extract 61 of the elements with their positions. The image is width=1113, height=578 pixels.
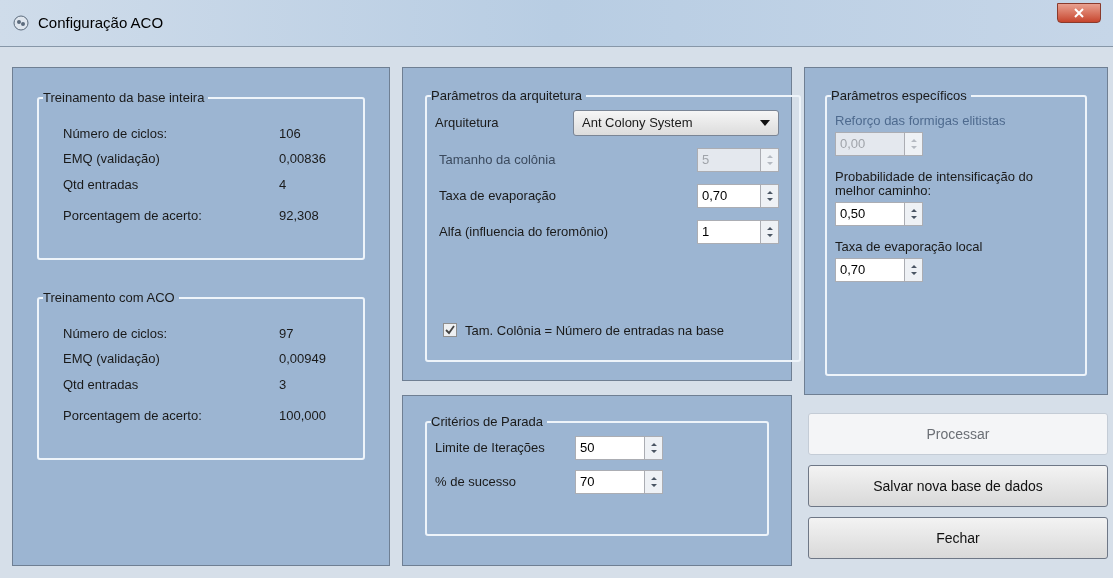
group-title: Treinamento da base inteira [43, 89, 206, 107]
spin-arrows-icon [909, 262, 918, 277]
stat-value: 92,308 [279, 207, 320, 225]
action-button[interactable]: Salvar nova base de dados [808, 465, 1108, 507]
spin-arrows-icon [649, 440, 658, 455]
stat-label: Número de ciclos: [63, 124, 169, 143]
window-title: Configuração ACO [38, 12, 164, 33]
group-title: Parâmetros específicos [831, 87, 968, 105]
spin-arrows-icon [649, 474, 658, 489]
number-field[interactable]: 0,70 [835, 257, 905, 282]
stat-label: EMQ (validação) [63, 350, 161, 368]
group-title: Treinamento com ACO [43, 289, 176, 307]
check-icon [445, 325, 455, 336]
stat-label: Porcentagem de acerto: [63, 407, 203, 425]
number-field[interactable]: 1 [697, 219, 761, 244]
field-label: Alfa (influencia do feromônio) [439, 222, 609, 241]
action-button[interactable]: Fechar [808, 517, 1108, 559]
stat-value: 0,00949 [279, 350, 327, 368]
spin-arrows-icon [765, 224, 774, 239]
spin-button[interactable] [645, 435, 663, 460]
spin-arrows-icon [909, 206, 918, 221]
stat-value: 4 [279, 175, 288, 194]
field-label: Arquitetura [435, 113, 500, 132]
number-field[interactable]: 0,50 [835, 201, 905, 226]
close-button[interactable] [1057, 3, 1101, 23]
number-field[interactable]: 0,70 [697, 183, 761, 208]
stat-value: 100,000 [279, 407, 327, 425]
field-label: Tamanho da colônia [439, 150, 556, 169]
spin-arrows-icon [765, 188, 774, 203]
number-field[interactable]: 50 [575, 435, 645, 460]
field-label: Taxa de evaporação local [835, 239, 984, 254]
spin-arrows-icon [909, 136, 918, 151]
stat-label: Qtd entradas [63, 375, 140, 394]
spin-button[interactable] [761, 219, 779, 244]
spin-button[interactable] [905, 201, 923, 226]
number-field[interactable]: 70 [575, 469, 645, 494]
field-label: Probabilidade de intensificação do melhor caminho: [835, 169, 1035, 198]
dropdown-arrow-icon [760, 119, 770, 126]
stat-label: EMQ (validação) [63, 150, 161, 168]
spin-arrows-icon [765, 152, 774, 167]
group-title: Parâmetros da arquitetura [431, 87, 584, 105]
stat-label: Qtd entradas [63, 175, 140, 194]
field-label: Reforço das formigas elitistas [835, 113, 1007, 128]
stat-value: 0,00836 [279, 150, 327, 168]
stat-value: 106 [279, 124, 302, 143]
close-icon [1074, 8, 1084, 18]
spin-button[interactable] [761, 183, 779, 208]
app-icon [12, 14, 30, 32]
spin-button[interactable] [645, 469, 663, 494]
stat-value: 3 [279, 375, 288, 394]
stat-label: Porcentagem de acerto: [63, 207, 203, 225]
spin-button[interactable] [905, 257, 923, 282]
field-label: Taxa de evaporação [439, 186, 557, 205]
stat-value: 97 [279, 324, 295, 343]
field-label: % de sucesso [435, 472, 517, 491]
group-title: Critérios de Parada [431, 413, 544, 431]
checkbox-label: Tam. Colônia = Número de entradas na base [465, 321, 725, 340]
dropdown[interactable]: Ant Colony System [573, 109, 779, 136]
checkbox[interactable] [443, 323, 457, 338]
stat-label: Número de ciclos: [63, 324, 169, 343]
field-label: Limite de Iterações [435, 438, 546, 457]
